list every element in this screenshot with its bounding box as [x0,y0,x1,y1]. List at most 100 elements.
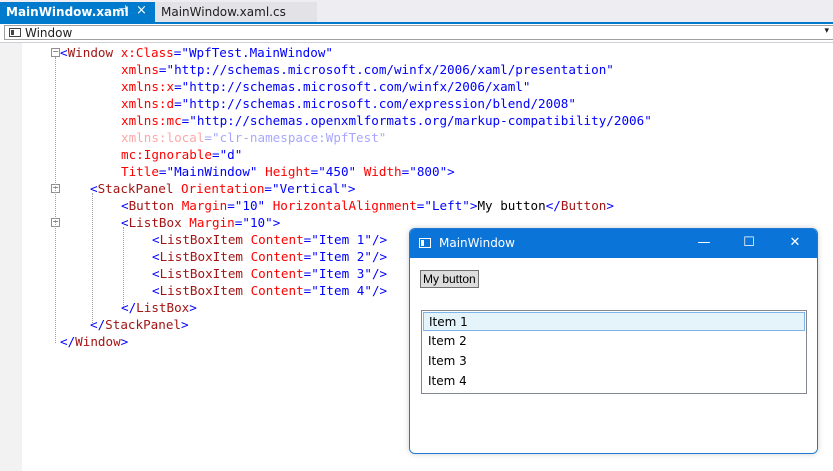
close-button[interactable]: ✕ [784,233,806,253]
token: /> [371,249,388,264]
code-line-17: </StackPanel> [90,316,189,333]
token: Margin [181,198,228,213]
token: ListBoxItem [159,283,243,298]
token: "10" [242,215,273,230]
token: xmlns [121,62,159,77]
token: = [174,96,182,111]
token: ListBoxItem [159,266,243,281]
token: > [606,198,614,213]
token: Height [265,164,311,179]
token: /> [371,232,388,247]
indent-guide-line [92,193,93,323]
token: x:Class [120,45,174,60]
token: Content [250,232,304,247]
token: = [212,147,220,162]
token: Content [250,283,304,298]
list-item[interactable]: Item 2 [423,332,805,351]
token: "Vertical" [272,181,348,196]
tab-mainwindow-xaml-cs[interactable]: MainWindow.xaml.cs [155,2,317,22]
main-window: MainWindow — ☐ ✕ My button Item 1 Item 2… [409,228,818,454]
window-element-icon [9,28,21,37]
maximize-button[interactable]: ☐ [738,233,760,253]
code-line-5: xmlns:mc="http://schemas.openxmlformats.… [121,112,652,129]
token: </ [60,334,76,349]
token: "Item 4" [311,283,372,298]
token: xmlns:local [121,130,205,145]
token: "800" [409,164,448,179]
token: "http://schemas.microsoft.com/winfx/2006… [181,79,531,94]
token: "d" [219,147,243,162]
token: HorizontalAlignment [272,198,417,213]
token: = [227,198,235,213]
collapse-icon[interactable]: − [51,48,60,57]
list-item[interactable]: Item 1 [423,312,805,331]
code-line-15: <ListBoxItem Content="Item 4"/> [152,282,387,299]
token: "WpfTest.MainWindow" [181,45,334,60]
token: "Item 2" [311,249,372,264]
token: > [347,181,356,196]
token: Width [363,164,402,179]
token: StackPanel [105,317,181,332]
token: </ [121,300,137,315]
token: ListBoxItem [159,232,243,247]
code-line-13: <ListBoxItem Content="Item 2"/> [152,248,387,265]
minimize-button[interactable]: — [693,233,715,253]
list-item[interactable]: Item 3 [423,352,805,371]
window-content: My button Item 1 Item 2 Item 3 Item 4 [410,258,817,453]
code-line-6: xmlns:local="clr-namespace:WpfTest" [121,129,386,146]
code-line-4: xmlns:d="http://schemas.microsoft.com/ex… [121,95,576,112]
close-icon[interactable]: × [136,3,147,18]
token: Button [128,198,175,213]
pin-icon[interactable]: ⊣ [118,4,127,15]
code-line-18: </Window> [60,333,128,350]
token: xmlns:d [121,96,175,111]
window-app-icon [419,238,431,248]
token: > [120,334,129,349]
code-line-2: xmlns="http://schemas.microsoft.com/winf… [121,61,614,78]
token: "450" [318,164,357,179]
token: Title [121,164,159,179]
token: xmlns:mc [121,113,182,128]
token: < [152,249,160,264]
window-title: MainWindow [439,236,515,250]
token: "Item 3" [311,266,372,281]
element-selector-dropdown[interactable]: Window ▾ [4,25,833,40]
token: "MainWindow" [166,164,258,179]
my-button[interactable]: My button [420,270,479,288]
indent-guide-line [123,227,124,307]
list-box[interactable]: Item 1 Item 2 Item 3 Item 4 [421,310,807,394]
token: > [272,215,281,230]
token: "Left" [424,198,470,213]
tab-label: MainWindow.xaml [6,5,129,19]
code-line-7: mc:Ignorable="d" [121,146,242,163]
token: = [158,164,167,179]
token: xmlns:x [121,79,175,94]
tab-label: MainWindow.xaml.cs [161,5,286,19]
token: ListBox [136,300,190,315]
token: < [152,266,160,281]
token: Button [560,198,607,213]
window-title-bar[interactable]: MainWindow — ☐ ✕ [410,229,817,258]
code-line-8: Title="MainWindow" Height="450" Width="8… [121,163,455,180]
code-line-16: </ListBox> [121,299,197,316]
token: ListBoxItem [159,249,243,264]
token: "Item 1" [311,232,372,247]
token: = [264,181,273,196]
list-item[interactable]: Item 4 [423,372,805,391]
token: < [152,283,160,298]
token: < [90,181,98,196]
code-line-14: <ListBoxItem Content="Item 3"/> [152,265,387,282]
token: /> [371,266,388,281]
token: "http://schemas.microsoft.com/winfx/2006… [166,62,614,77]
token: Window [75,334,121,349]
token: Content [250,266,304,281]
token: "clr-namespace:WpfTest" [212,130,387,145]
token: StackPanel [97,181,174,196]
token: < [152,232,160,247]
token: </ [90,317,106,332]
code-line-10: <Button Margin="10" HorizontalAlignment=… [121,197,614,214]
token: = [174,79,182,94]
token: /> [371,283,388,298]
tab-mainwindow-xaml[interactable]: MainWindow.xaml ⊣ × [0,2,155,22]
token: </ [545,198,561,213]
